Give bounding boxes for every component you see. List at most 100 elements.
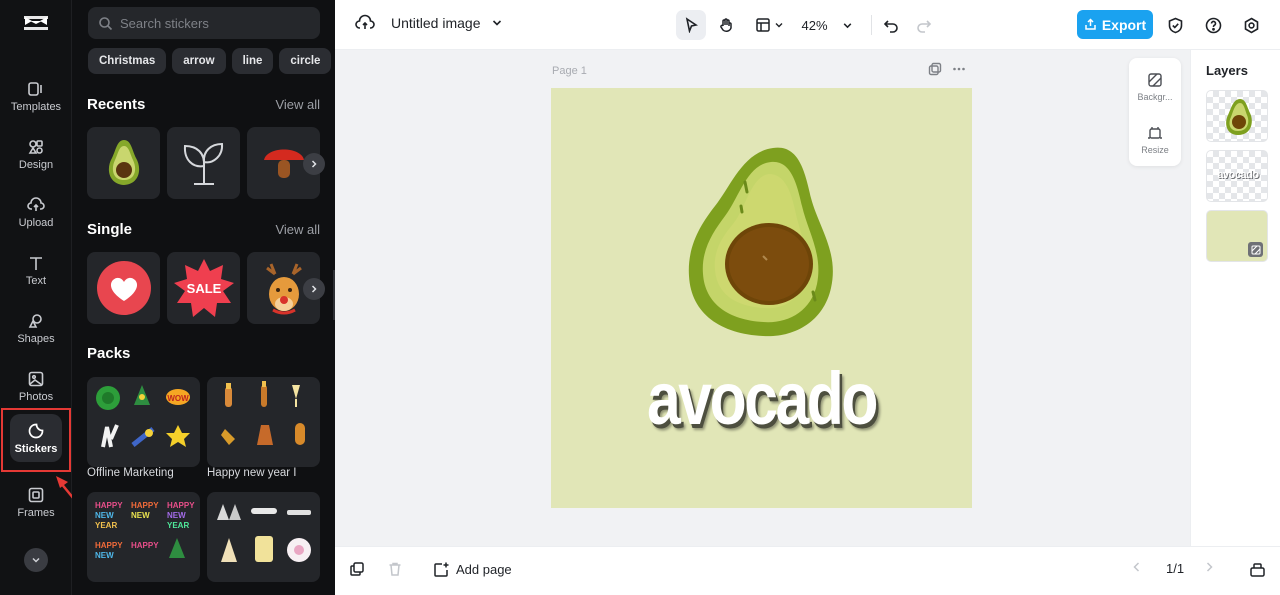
background-icon	[1251, 245, 1260, 254]
rail-more-button[interactable]	[24, 548, 48, 572]
recents-row	[87, 127, 335, 201]
rail-item-photos[interactable]: Photos	[4, 360, 68, 412]
background-tool[interactable]: Backgr...	[1129, 72, 1181, 102]
svg-text:NEW: NEW	[95, 551, 114, 560]
layer-avocado-text[interactable]: avocado	[1206, 150, 1268, 202]
stickers-panel: Search stickers Christmas arrow line circle…	[72, 0, 335, 595]
export-button[interactable]: Export	[1077, 10, 1153, 39]
text-icon	[30, 256, 42, 270]
rail-label-templates: Templates	[10, 100, 62, 113]
design-canvas[interactable]: avocado	[551, 88, 972, 508]
page-manager-button[interactable]	[1249, 561, 1266, 578]
add-page-label: Add page	[456, 562, 512, 577]
single-view-all[interactable]: View all	[275, 222, 320, 237]
more-options-icon[interactable]	[952, 62, 966, 76]
avocado-sticker[interactable]	[87, 127, 160, 199]
svg-text:NEW: NEW	[95, 511, 114, 520]
party-pack-preview	[217, 504, 311, 562]
pack-happy-new-year-1[interactable]	[207, 377, 320, 467]
cloud-upload-icon[interactable]	[355, 14, 375, 32]
layout-tool-button[interactable]	[749, 10, 789, 40]
select-tool-button[interactable]	[676, 10, 706, 40]
rail-item-design[interactable]: Design	[4, 128, 68, 180]
rail-item-upload[interactable]: Upload	[4, 186, 68, 238]
rail-label-frames: Frames	[17, 506, 55, 519]
avocado-illustration[interactable]	[681, 142, 841, 340]
recents-next-button[interactable]	[303, 153, 325, 175]
chip-circle[interactable]: circle	[279, 48, 332, 74]
recents-view-all[interactable]: View all	[275, 97, 320, 112]
canvas-workspace: Page 1 avocado Backgr... Resize	[335, 50, 1190, 546]
resize-tool[interactable]: Resize	[1129, 125, 1181, 155]
prev-page-button[interactable]	[1131, 561, 1143, 573]
document-title-group[interactable]: Untitled image	[355, 14, 503, 32]
avocado-sticker-icon	[108, 140, 139, 185]
search-icon	[99, 16, 113, 30]
sprout-sticker-icon	[183, 142, 223, 185]
background-tool-label: Backgr...	[1137, 92, 1173, 102]
chip-arrow[interactable]: arrow	[172, 48, 226, 74]
chip-line[interactable]: line	[231, 48, 274, 74]
bottom-bar: Add page 1/1	[335, 546, 1280, 595]
next-page-button[interactable]	[1203, 561, 1215, 573]
heart-sticker[interactable]	[87, 252, 160, 324]
pack-new-year-text[interactable]: HAPPY NEW YEAR HAPPY NEW HAPPY NEW YEAR …	[87, 492, 200, 582]
capcut-logo[interactable]	[22, 12, 50, 36]
chevron-down-icon[interactable]	[491, 17, 503, 29]
rail-label-upload: Upload	[18, 216, 54, 229]
help-button[interactable]	[1201, 10, 1225, 40]
rail-label-photos: Photos	[18, 390, 54, 403]
recents-title: Recents	[87, 96, 146, 113]
floating-tools: Backgr... Resize	[1129, 58, 1181, 166]
add-page-button[interactable]: Add page	[433, 561, 512, 578]
rail-item-templates[interactable]: Templates	[4, 70, 68, 122]
duplicate-page-icon[interactable]	[928, 62, 942, 76]
offline-marketing-pack-preview: WOW	[96, 385, 190, 448]
background-icon	[1148, 73, 1162, 87]
mushroom-sticker-icon	[263, 149, 304, 178]
zoom-dropdown[interactable]: 42%	[797, 10, 857, 40]
undo-icon	[883, 20, 898, 33]
pack-offline-marketing[interactable]: WOW	[87, 377, 200, 467]
rail-label-text: Text	[25, 274, 47, 287]
background-layer-badge	[1248, 242, 1263, 257]
rail-label-shapes: Shapes	[17, 332, 55, 345]
avocado-text-element[interactable]: avocado	[589, 356, 934, 441]
layers-panel: Layers avocado	[1190, 50, 1280, 546]
frames-icon	[28, 487, 44, 502]
category-chips: Christmas arrow line circle	[88, 48, 335, 76]
redo-button[interactable]	[912, 10, 936, 40]
app: Templates Design Upload Text Shapes Phot…	[0, 0, 1280, 595]
hand-tool-button[interactable]	[711, 10, 741, 40]
layer-avocado-sticker[interactable]	[1206, 90, 1268, 142]
page-actions	[928, 62, 966, 76]
sprout-sticker[interactable]	[167, 127, 240, 199]
search-stickers-input[interactable]: Search stickers	[88, 7, 320, 39]
stickers-highlight-box	[1, 408, 71, 472]
layer-background[interactable]	[1206, 210, 1268, 262]
duplicate-button[interactable]	[349, 561, 365, 577]
svg-text:HAPPY: HAPPY	[131, 501, 159, 510]
sale-sticker[interactable]: SALE	[167, 252, 240, 324]
document-title[interactable]: Untitled image	[391, 15, 481, 31]
layout-icon	[755, 18, 770, 32]
pack-party[interactable]	[207, 492, 320, 582]
undo-button[interactable]	[879, 10, 903, 40]
add-page-icon	[434, 562, 449, 577]
svg-text:NEW: NEW	[167, 511, 186, 520]
chevron-down-icon	[843, 22, 851, 28]
delete-button[interactable]	[387, 561, 403, 577]
export-label: Export	[1101, 16, 1147, 33]
settings-button[interactable]	[1239, 10, 1263, 40]
upload-icon	[27, 196, 45, 211]
shield-button[interactable]	[1163, 10, 1187, 40]
pack-label-offline-marketing: Offline Marketing	[87, 467, 174, 479]
single-next-button[interactable]	[303, 278, 325, 300]
chevron-right-icon	[311, 285, 317, 293]
toolbar-divider	[871, 15, 872, 35]
rail-item-text[interactable]: Text	[4, 244, 68, 296]
left-rail: Templates Design Upload Text Shapes Phot…	[0, 0, 89, 595]
happy-new-year-pack-preview	[221, 381, 305, 445]
rail-item-shapes[interactable]: Shapes	[4, 302, 68, 354]
chip-christmas[interactable]: Christmas	[88, 48, 167, 74]
